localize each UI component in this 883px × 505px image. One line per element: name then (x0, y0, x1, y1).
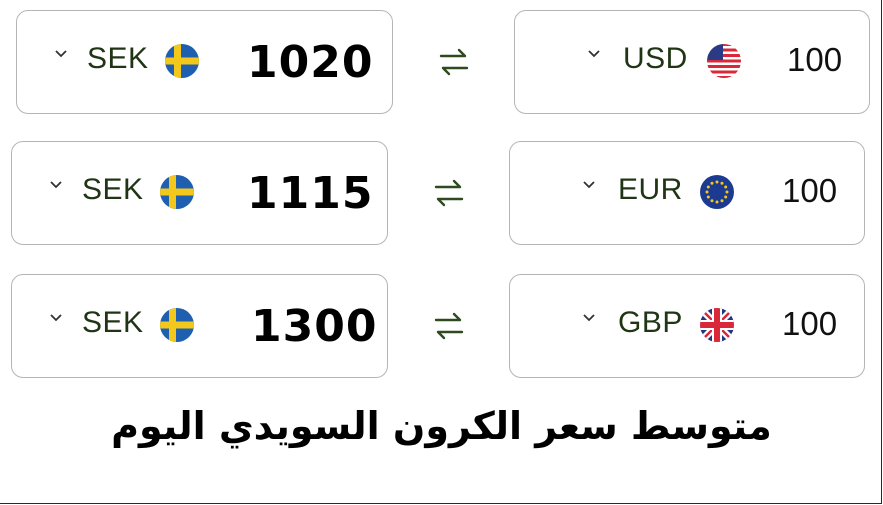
conversion-row-usd: SEK 1020 USD 100 (0, 10, 883, 118)
converted-amount: 1020 (247, 37, 374, 88)
sweden-flag-icon (159, 174, 195, 210)
currency-code: SEK (82, 173, 144, 206)
currency-code: EUR (618, 173, 683, 206)
conversion-row-eur: SEK 1115 EUR 100 (0, 141, 883, 249)
source-amount: 100 (782, 305, 838, 342)
converted-amount: 1300 (251, 301, 378, 352)
source-currency-box[interactable]: USD 100 (514, 10, 870, 114)
uk-flag-icon (699, 307, 735, 343)
chevron-down-icon[interactable] (587, 49, 600, 59)
swap-arrows-icon[interactable] (432, 175, 466, 211)
swap-arrows-icon[interactable] (432, 308, 466, 344)
source-amount: 100 (782, 172, 838, 209)
currency-code: SEK (82, 306, 144, 339)
target-currency-box[interactable]: SEK 1115 (11, 141, 388, 245)
chevron-down-icon[interactable] (49, 313, 62, 323)
chevron-down-icon[interactable] (582, 180, 595, 190)
chevron-down-icon[interactable] (54, 49, 67, 59)
currency-code: GBP (618, 306, 683, 339)
currency-code: SEK (87, 42, 149, 75)
source-currency-box[interactable]: EUR 100 (509, 141, 865, 245)
sweden-flag-icon (159, 307, 195, 343)
source-amount: 100 (787, 41, 843, 78)
target-currency-box[interactable]: SEK 1020 (16, 10, 393, 114)
eu-flag-icon (699, 174, 735, 210)
source-currency-box[interactable]: GBP 100 (509, 274, 865, 378)
converted-amount: 1115 (247, 168, 374, 219)
usa-flag-icon (706, 43, 742, 79)
swap-arrows-icon[interactable] (437, 44, 471, 80)
sweden-flag-icon (164, 43, 200, 79)
chevron-down-icon[interactable] (49, 180, 62, 190)
chevron-down-icon[interactable] (582, 313, 595, 323)
caption-title: متوسط سعر الكرون السويدي اليوم (111, 404, 772, 448)
target-currency-box[interactable]: SEK 1300 (11, 274, 388, 378)
conversion-row-gbp: SEK 1300 GBP 100 (0, 274, 883, 382)
currency-code: USD (623, 42, 688, 75)
